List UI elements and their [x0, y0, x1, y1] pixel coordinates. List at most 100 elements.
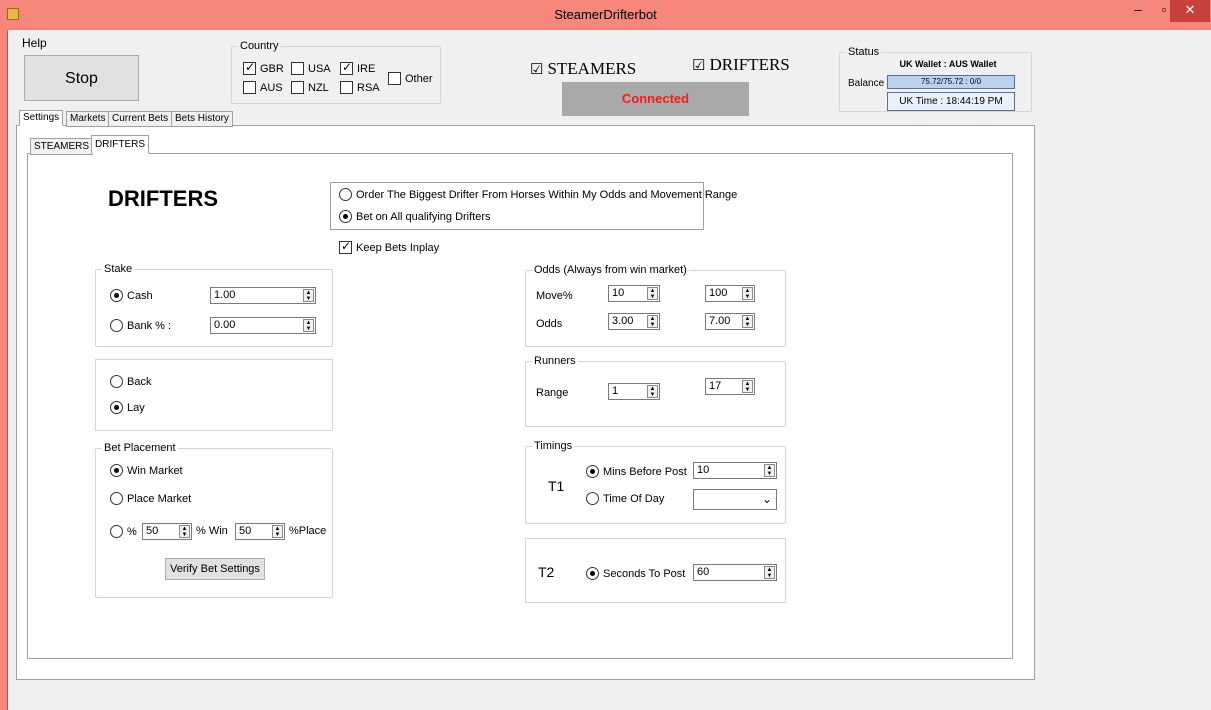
subtab-drifters[interactable]: DRIFTERS — [91, 135, 149, 154]
range-max-spinner[interactable]: ▲ ▼ — [742, 380, 753, 393]
odds-max-input[interactable]: 7.00 ▲ ▼ — [705, 313, 755, 330]
cash-value: 1.00 — [214, 289, 236, 301]
drifters-checkbox[interactable]: ☑ — [692, 58, 705, 74]
place-pct-spinner[interactable]: ▲ ▼ — [272, 525, 283, 538]
seconds-to-post-radio[interactable] — [586, 567, 599, 580]
keep-inplay-option[interactable]: Keep Bets Inplay — [339, 239, 439, 254]
other-label: Other — [405, 72, 433, 85]
stake-legend: Stake — [104, 263, 133, 275]
cash-input[interactable]: 1.00 ▲ ▼ — [210, 287, 316, 304]
mins-before-post-radio[interactable] — [586, 465, 599, 478]
gbr-checkbox[interactable] — [243, 60, 256, 75]
place-pct-value: 50 — [239, 525, 252, 537]
keep-inplay-checkbox[interactable] — [339, 239, 352, 254]
seconds-to-post-option[interactable]: Seconds To Post — [586, 567, 685, 580]
bank-radio[interactable] — [110, 319, 123, 332]
menu-help[interactable]: Help — [22, 36, 47, 50]
cash-spinner[interactable]: ▲ ▼ — [303, 289, 314, 302]
place-market-option[interactable]: Place Market — [110, 492, 191, 505]
mins-spinner[interactable]: ▲ ▼ — [764, 464, 775, 477]
nzl-checkbox[interactable] — [291, 81, 304, 94]
country-other[interactable]: Other — [388, 72, 433, 85]
place-pct-input[interactable]: 50 ▲ ▼ — [235, 523, 285, 540]
seconds-to-post-input[interactable]: 60 ▲ ▼ — [693, 564, 777, 581]
back-label: Back — [127, 375, 152, 388]
steamers-checkbox[interactable]: ☑ — [530, 62, 543, 78]
close-button[interactable]: ✕ — [1170, 0, 1210, 22]
gbr-label: GBR — [260, 62, 284, 75]
country-nzl[interactable]: NZL — [291, 81, 329, 94]
place-pct-label: %Place — [289, 525, 327, 537]
range-max-value: 17 — [709, 380, 722, 392]
steamers-toggle[interactable]: ☑ STEAMERS — [530, 59, 636, 79]
range-max-input[interactable]: 17 ▲ ▼ — [705, 378, 755, 395]
time-of-day-option[interactable]: Time Of Day — [586, 492, 664, 505]
range-min-spinner[interactable]: ▲ ▼ — [647, 385, 658, 398]
ire-checkbox[interactable] — [340, 60, 353, 75]
odds-min-input[interactable]: 3.00 ▲ ▼ — [608, 313, 660, 330]
odds-max-spinner[interactable]: ▲ ▼ — [742, 315, 753, 328]
win-market-option[interactable]: Win Market — [110, 464, 183, 477]
back-radio[interactable] — [110, 375, 123, 388]
country-gbr[interactable]: GBR — [243, 60, 284, 75]
chevron-down-icon[interactable]: ⌄ — [762, 492, 772, 506]
move-max-spinner[interactable]: ▲ ▼ — [742, 287, 753, 300]
win-pct-value: 50 — [146, 525, 159, 537]
time-of-day-label: Time Of Day — [603, 492, 665, 505]
country-usa[interactable]: USA — [291, 62, 331, 75]
country-rsa[interactable]: RSA — [340, 81, 380, 94]
minimize-button[interactable]: – — [1124, 0, 1152, 22]
odds-min-spinner[interactable]: ▲ ▼ — [647, 315, 658, 328]
nzl-label: NZL — [308, 81, 329, 94]
bet-all-radio[interactable] — [339, 210, 352, 223]
move-max-input[interactable]: 100 ▲ ▼ — [705, 285, 755, 302]
status-legend: Status — [848, 46, 880, 58]
stake-bank-option[interactable]: Bank % : — [110, 319, 171, 332]
tab-current-bets[interactable]: Current Bets — [108, 111, 173, 127]
tab-markets[interactable]: Markets — [66, 111, 110, 127]
subtab-steamers[interactable]: STEAMERS — [30, 138, 94, 155]
t2-label: T2 — [538, 564, 555, 580]
range-min-input[interactable]: 1 ▲ ▼ — [608, 383, 660, 400]
bank-spinner[interactable]: ▲ ▼ — [303, 319, 314, 332]
verify-bet-settings-button[interactable]: Verify Bet Settings — [165, 558, 265, 580]
bank-input[interactable]: 0.00 ▲ ▼ — [210, 317, 316, 334]
bet-all-option[interactable]: Bet on All qualifying Drifters — [339, 210, 491, 223]
tab-settings[interactable]: Settings — [19, 110, 64, 126]
move-min-input[interactable]: 10 ▲ ▼ — [608, 285, 660, 302]
stake-cash-option[interactable]: Cash — [110, 289, 153, 302]
win-pct-spinner[interactable]: ▲ ▼ — [179, 525, 190, 538]
stop-button[interactable]: Stop — [24, 55, 139, 101]
percent-option[interactable]: % — [110, 525, 137, 538]
timings-legend: Timings — [534, 440, 573, 452]
seconds-spinner[interactable]: ▲ ▼ — [764, 566, 775, 579]
rsa-checkbox[interactable] — [340, 81, 353, 94]
order-biggest-radio[interactable] — [339, 188, 352, 201]
other-checkbox[interactable] — [388, 72, 401, 85]
lay-radio[interactable] — [110, 401, 123, 414]
country-ire[interactable]: IRE — [340, 60, 376, 75]
window-border — [0, 30, 7, 710]
place-market-radio[interactable] — [110, 492, 123, 505]
odds-max-value: 7.00 — [709, 315, 731, 327]
mins-before-post-input[interactable]: 10 ▲ ▼ — [693, 462, 777, 479]
time-of-day-dropdown[interactable]: ⌄ — [693, 489, 777, 510]
rsa-label: RSA — [357, 81, 380, 94]
seconds-to-post-label: Seconds To Post — [603, 567, 686, 580]
order-biggest-option[interactable]: Order The Biggest Drifter From Horses Wi… — [339, 188, 737, 201]
time-of-day-radio[interactable] — [586, 492, 599, 505]
back-option[interactable]: Back — [110, 375, 151, 388]
country-aus[interactable]: AUS — [243, 81, 283, 94]
percent-radio[interactable] — [110, 525, 123, 538]
mins-before-post-option[interactable]: Mins Before Post — [586, 465, 687, 478]
usa-checkbox[interactable] — [291, 62, 304, 75]
win-pct-input[interactable]: 50 ▲ ▼ — [142, 523, 192, 540]
drifters-toggle[interactable]: ☑ DRIFTERS — [692, 55, 790, 75]
lay-option[interactable]: Lay — [110, 401, 145, 414]
move-min-spinner[interactable]: ▲ ▼ — [647, 287, 658, 300]
win-market-radio[interactable] — [110, 464, 123, 477]
ire-label: IRE — [357, 62, 376, 75]
aus-checkbox[interactable] — [243, 81, 256, 94]
cash-radio[interactable] — [110, 289, 123, 302]
tab-bets-history[interactable]: Bets History — [171, 111, 233, 127]
